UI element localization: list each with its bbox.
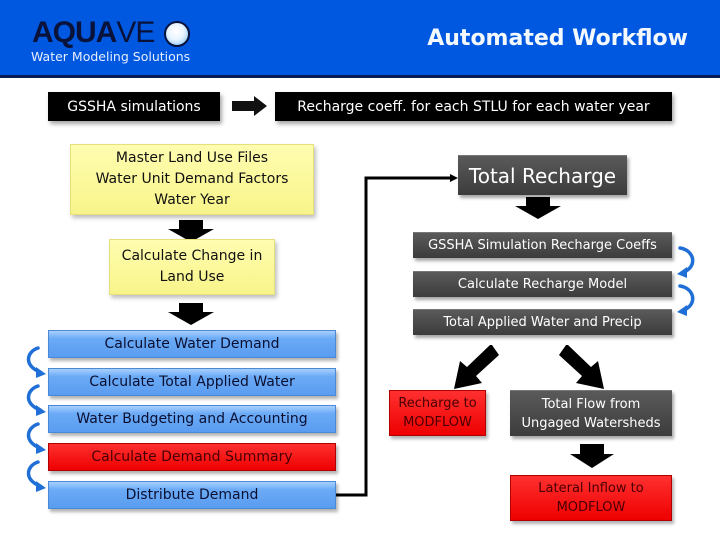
loop-arrows-right [677,246,695,316]
loop-arrows-left [26,346,46,492]
step-calculate-recharge-model: Calculate Recharge Model [413,271,672,297]
page-title: Automated Workflow [427,26,688,51]
recharge-coeff-box: Recharge coeff. for each STLU for each w… [275,92,672,121]
change-in-land-use-box: Calculate Change in Land Use [109,239,275,295]
arrow-down-icon [515,197,561,219]
step-calculate-total-applied-water: Calculate Total Applied Water [48,368,336,396]
loop-arrow-icon [26,384,42,412]
logo-tagline: Water Modeling Solutions [31,49,191,64]
input-line: Master Land Use Files [115,150,269,166]
gssha-simulations-box: GSSHA simulations [48,92,220,121]
step-gssha-recharge-coeffs: GSSHA Simulation Recharge Coeffs [413,232,672,258]
master-inputs-box: Master Land Use Files Water Unit Demand … [70,144,314,215]
box-line: MODFLOW [556,500,626,515]
step-water-budgeting: Water Budgeting and Accounting [48,405,336,433]
step-calculate-demand-summary: Calculate Demand Summary [48,443,336,471]
step-distribute-demand: Distribute Demand [48,481,336,509]
change-line: Land Use [159,269,225,285]
arrow-right-icon [232,96,267,116]
loop-arrow-icon [26,460,42,488]
step-total-applied-water-precip: Total Applied Water and Precip [413,309,672,335]
input-line: Water Year [154,192,230,208]
aquaveo-logo: AQUAVE [32,16,155,49]
logo-circle-icon [164,21,190,47]
arrow-down-icon [168,303,214,325]
logo-bold-text: AQUA [32,16,117,49]
connector-line [336,174,458,497]
box-line: Recharge to [398,396,477,411]
lateral-inflow-to-modflow-box: Lateral Inflow to MODFLOW [510,475,672,521]
total-flow-ungaged-box: Total Flow from Ungaged Watersheds [510,390,672,436]
total-recharge-box: Total Recharge [458,155,627,195]
loop-arrow-icon [26,346,42,374]
box-line: MODFLOW [403,415,472,430]
change-line: Calculate Change in [121,248,263,264]
arrow-down-left-icon [454,345,499,389]
logo-light-text: VE [116,16,155,49]
recharge-to-modflow-box: Recharge to MODFLOW [389,390,486,436]
arrow-down-right-icon [559,345,604,389]
input-line: Water Unit Demand Factors [95,171,289,187]
loop-arrow-icon [26,422,42,450]
box-line: Ungaged Watersheds [521,415,661,431]
arrow-down-icon [570,444,614,468]
step-calculate-water-demand: Calculate Water Demand [48,330,336,358]
box-line: Lateral Inflow to [538,481,644,496]
box-line: Total Flow from [541,396,641,412]
